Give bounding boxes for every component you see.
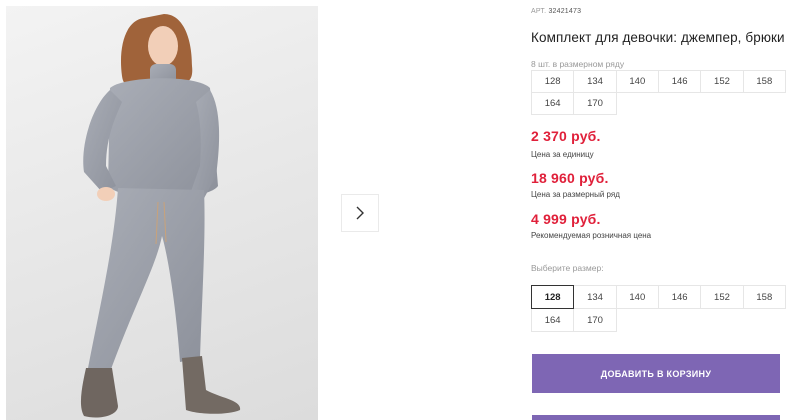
size-option-170[interactable]: 170 bbox=[573, 308, 617, 332]
size-option-152[interactable]: 152 bbox=[700, 285, 744, 309]
next-image-button[interactable] bbox=[341, 194, 379, 232]
size-row-cell: 152 bbox=[700, 70, 744, 93]
size-row-cell: 158 bbox=[742, 70, 786, 93]
size-option-158[interactable]: 158 bbox=[742, 285, 786, 309]
product-photo[interactable] bbox=[6, 6, 318, 420]
sku: АРТ. 32421473 bbox=[531, 8, 581, 15]
add-to-cart-button[interactable]: Добавить в корзину bbox=[532, 354, 780, 393]
size-selector: 128 134 140 146 152 158 164 170 bbox=[531, 285, 786, 332]
secondary-button[interactable] bbox=[532, 415, 780, 420]
size-option-140[interactable]: 140 bbox=[615, 285, 659, 309]
row-price: 18 960 руб. bbox=[531, 170, 609, 186]
product-title: Комплект для девочки: джемпер, брюки bbox=[531, 30, 785, 45]
size-option-164[interactable]: 164 bbox=[531, 308, 575, 332]
size-select-label: Выберите размер: bbox=[531, 263, 604, 273]
unit-price-label: Цена за единицу bbox=[531, 150, 594, 159]
size-row-grid: 128 134 140 146 152 158 164 170 bbox=[531, 70, 786, 115]
unit-price: 2 370 руб. bbox=[531, 128, 601, 144]
sku-label: АРТ. bbox=[531, 8, 547, 15]
size-row-cell: 170 bbox=[573, 92, 617, 115]
size-row-cell: 134 bbox=[573, 70, 617, 93]
size-row-cell: 128 bbox=[531, 70, 575, 93]
chevron-right-icon bbox=[356, 206, 364, 220]
size-row-cell: 164 bbox=[531, 92, 575, 115]
size-row-cell: 140 bbox=[615, 70, 659, 93]
product-gallery bbox=[0, 0, 506, 420]
size-option-134[interactable]: 134 bbox=[573, 285, 617, 309]
size-option-146[interactable]: 146 bbox=[657, 285, 702, 309]
size-option-128[interactable]: 128 bbox=[531, 285, 575, 309]
row-price-label: Цена за размерный ряд bbox=[531, 190, 620, 199]
size-row-cell: 146 bbox=[657, 70, 702, 93]
size-row-note: 8 шт. в размерном ряду bbox=[531, 59, 625, 69]
retail-price: 4 999 руб. bbox=[531, 211, 601, 227]
sku-value: 32421473 bbox=[548, 8, 582, 15]
retail-price-label: Рекомендуемая розничная цена bbox=[531, 231, 652, 240]
